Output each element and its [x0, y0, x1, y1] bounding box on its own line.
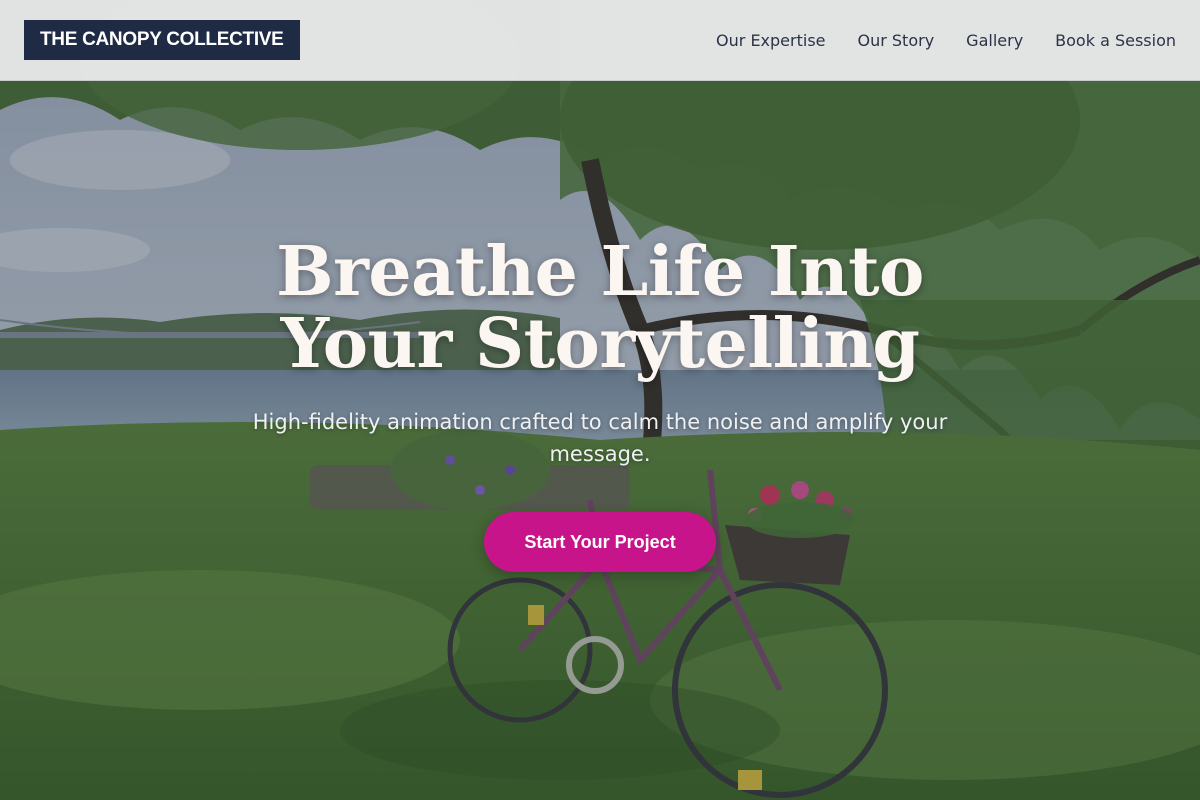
main-nav: Our Expertise Our Story Gallery Book a S…: [716, 0, 1176, 81]
nav-link-gallery[interactable]: Gallery: [966, 31, 1023, 50]
site-logo[interactable]: THE CANOPY COLLECTIVE: [24, 20, 300, 60]
site-header: THE CANOPY COLLECTIVE Our Expertise Our …: [0, 0, 1200, 81]
hero-content: Breathe Life Into Your Storytelling High…: [200, 236, 1000, 572]
nav-link-our-story[interactable]: Our Story: [858, 31, 935, 50]
hero-subheadline: High-fidelity animation crafted to calm …: [252, 410, 948, 466]
nav-link-book-a-session[interactable]: Book a Session: [1055, 31, 1176, 50]
nav-link-our-expertise[interactable]: Our Expertise: [716, 31, 825, 50]
hero-headline: Breathe Life Into Your Storytelling: [276, 232, 924, 384]
start-project-button[interactable]: Start Your Project: [484, 512, 716, 572]
